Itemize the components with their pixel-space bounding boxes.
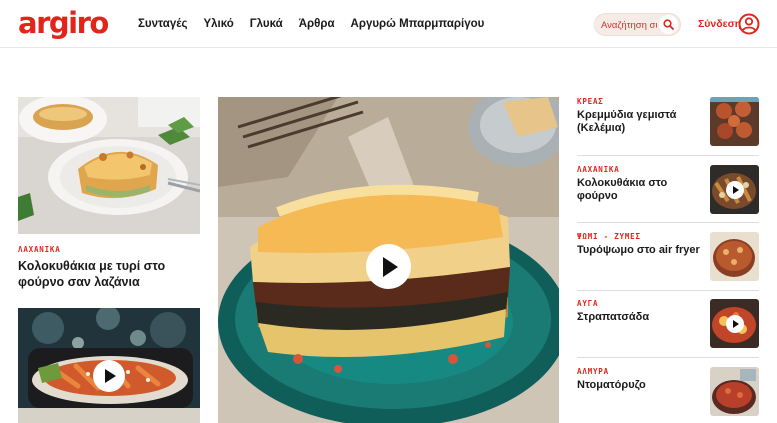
nav-item-recipes[interactable]: Συνταγές bbox=[138, 17, 187, 31]
list-item-title[interactable]: Ντοματόρυζο bbox=[577, 379, 695, 392]
search-box bbox=[594, 13, 681, 36]
main-nav: Συνταγές Υλικό Γλυκά Άρθρα Αργυρώ Μπαρμπ… bbox=[138, 17, 500, 31]
divider bbox=[577, 155, 759, 156]
list-item[interactable]: ΨΩΜΙ - ΖΥΜΕΣ Τυρόψωμο στο air fryer bbox=[577, 232, 759, 299]
play-button[interactable] bbox=[726, 181, 744, 199]
list-item[interactable]: ΚΡΕΑΣ Κρεμμύδια γεμιστά (Κελέμια) bbox=[577, 97, 759, 164]
play-button[interactable] bbox=[726, 315, 744, 333]
search-button[interactable] bbox=[659, 15, 678, 34]
argiro-logo[interactable]: argiro bbox=[18, 7, 109, 39]
list-item-category[interactable]: ΑΛΜΥΡΑ bbox=[577, 367, 609, 376]
list-item-category[interactable]: ΛΑΧΑΝΙΚΑ bbox=[577, 165, 620, 174]
play-button[interactable] bbox=[366, 244, 411, 289]
list-item-thumbnail[interactable] bbox=[710, 299, 759, 348]
list-item-thumbnail[interactable] bbox=[710, 97, 759, 146]
card-title[interactable]: Κολοκυθάκια με τυρί στο φούρνο σαν λαζάν… bbox=[18, 258, 198, 290]
divider bbox=[577, 222, 759, 223]
list-item-thumbnail[interactable] bbox=[710, 232, 759, 281]
list-item[interactable]: ΑΥΓΑ Στραπατσάδα bbox=[577, 299, 759, 366]
play-icon bbox=[383, 256, 398, 277]
search-input[interactable] bbox=[601, 17, 657, 33]
list-item-title[interactable]: Τυρόψωμο στο air fryer bbox=[577, 244, 702, 257]
list-item-category[interactable]: ΨΩΜΙ - ΖΥΜΕΣ bbox=[577, 232, 641, 241]
user-icon[interactable] bbox=[738, 13, 760, 35]
list-item-title[interactable]: Κρεμμύδια γεμιστά (Κελέμια) bbox=[577, 109, 695, 135]
nav-item-articles[interactable]: Άρθρα bbox=[299, 17, 335, 31]
search-icon bbox=[663, 19, 674, 30]
list-item-title[interactable]: Στραπατσάδα bbox=[577, 311, 695, 324]
nav-item-sweets[interactable]: Γλυκά bbox=[250, 17, 283, 31]
recipe-image-pasta-video[interactable] bbox=[18, 308, 200, 423]
list-item-thumbnail[interactable] bbox=[710, 165, 759, 214]
list-item-category[interactable]: ΑΥΓΑ bbox=[577, 299, 598, 308]
recipe-image-zucchini-lasagna[interactable] bbox=[18, 97, 200, 234]
divider bbox=[577, 290, 759, 291]
divider bbox=[577, 357, 759, 358]
list-item[interactable]: ΑΛΜΥΡΑ Ντοματόρυζο bbox=[577, 367, 759, 423]
site-header: argiro Συνταγές Υλικό Γλυκά Άρθρα Αργυρώ… bbox=[0, 0, 777, 48]
feature-image-moussaka[interactable] bbox=[218, 97, 559, 423]
list-item-thumbnail[interactable] bbox=[710, 367, 759, 416]
login-link[interactable]: Σύνδεση bbox=[698, 18, 741, 31]
play-icon bbox=[733, 186, 739, 194]
card-category[interactable]: ΛΑΧΑΝΙΚΑ bbox=[18, 245, 61, 254]
nav-item-argiro[interactable]: Αργυρώ Μπαρμπαρίγου bbox=[351, 17, 485, 31]
play-button[interactable] bbox=[93, 360, 125, 392]
nav-item-ingredient[interactable]: Υλικό bbox=[203, 17, 233, 31]
play-icon bbox=[733, 320, 739, 328]
play-icon bbox=[105, 369, 116, 383]
list-item-category[interactable]: ΚΡΕΑΣ bbox=[577, 97, 604, 106]
list-item-title[interactable]: Κολοκυθάκια στο φούρνο bbox=[577, 177, 695, 203]
